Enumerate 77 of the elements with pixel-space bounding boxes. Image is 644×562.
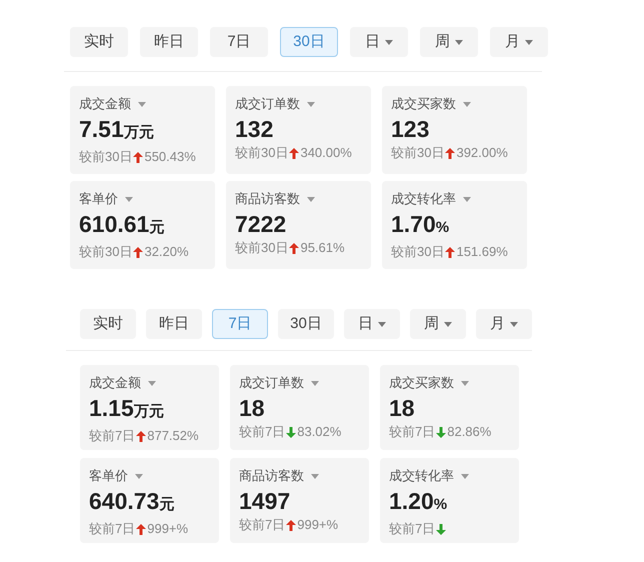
change-value: 82.86% <box>447 424 492 440</box>
caret-icon <box>135 474 143 478</box>
period-tab[interactable]: 7日 <box>210 27 268 57</box>
metric-title: 成交订单数 <box>239 374 304 392</box>
metric-title: 成交买家数 <box>391 95 456 113</box>
change-value: 999+% <box>147 521 188 537</box>
metric-unit: 元 <box>159 495 174 515</box>
metric-title: 商品访客数 <box>235 190 300 208</box>
caret-icon <box>311 380 319 386</box>
period-tab[interactable]: 周 <box>410 309 466 339</box>
metric-value: 132 <box>235 116 274 142</box>
metric-value: 1.20 <box>389 488 434 514</box>
caret-icon <box>461 380 469 386</box>
period-tab[interactable]: 实时 <box>70 27 128 57</box>
change-value: 32.20% <box>144 244 189 260</box>
caret-icon <box>463 196 471 202</box>
metric-unit: 万元 <box>124 123 154 143</box>
change-value: 550.43% <box>144 149 196 165</box>
compare-label: 较前30日 <box>391 244 444 260</box>
compare-label: 较前7日 <box>239 424 286 440</box>
compare-label: 较前7日 <box>389 424 436 440</box>
metric-unit: % <box>436 218 450 238</box>
caret-icon <box>463 102 471 106</box>
metric-title: 成交金额 <box>79 95 131 113</box>
metric-unit: 元 <box>149 218 164 238</box>
metric-title: 成交转化率 <box>389 467 454 485</box>
compare-label: 较前7日 <box>89 428 136 444</box>
caret-icon <box>148 380 156 386</box>
caret-icon <box>307 196 315 202</box>
change-value: 340.00% <box>300 145 352 161</box>
period-tab[interactable]: 30日 <box>278 309 334 339</box>
change-value: 83.02% <box>297 424 342 440</box>
metric-value: 640.73 <box>89 488 160 514</box>
change-value: 392.00% <box>456 145 508 161</box>
period-tab[interactable]: 昨日 <box>146 309 202 339</box>
metric-title: 成交买家数 <box>389 374 454 392</box>
metric-value: 18 <box>389 395 415 421</box>
metric-unit: 万元 <box>134 402 164 422</box>
caret-icon <box>311 474 319 478</box>
metric-title: 成交转化率 <box>391 190 456 208</box>
period-tab[interactable]: 日 <box>350 27 408 57</box>
compare-label: 较前30日 <box>79 149 132 165</box>
metric-title: 客单价 <box>79 190 118 208</box>
metric-value: 7222 <box>235 211 286 237</box>
metric-title: 成交金额 <box>89 374 141 392</box>
metric-unit: % <box>434 495 448 515</box>
metric-value: 610.61 <box>79 211 150 237</box>
metric-value: 18 <box>239 395 265 421</box>
compare-label: 较前30日 <box>235 240 288 256</box>
caret-icon <box>461 474 469 478</box>
metric-value: 1.70 <box>391 211 436 237</box>
compare-label: 较前30日 <box>235 145 288 161</box>
compare-label: 较前7日 <box>89 521 136 537</box>
metric-value: 1497 <box>239 488 290 514</box>
change-value: 151.69% <box>456 244 508 260</box>
metric-value: 1.15 <box>89 395 134 421</box>
period-tab[interactable]: 实时 <box>80 309 136 339</box>
period-tab[interactable]: 日 <box>344 309 400 339</box>
caret-icon <box>307 102 315 106</box>
period-tab[interactable]: 周 <box>420 27 478 57</box>
metric-value: 123 <box>391 116 430 142</box>
compare-label: 较前7日 <box>239 517 286 533</box>
metric-title: 客单价 <box>89 467 128 485</box>
metric-title: 成交订单数 <box>235 95 300 113</box>
metric-value: 7.51 <box>79 116 124 142</box>
change-value: 999+% <box>297 517 338 533</box>
compare-label: 较前7日 <box>389 521 436 537</box>
period-tab[interactable]: 昨日 <box>140 27 198 57</box>
change-value: 95.61% <box>300 240 345 256</box>
caret-icon <box>125 196 133 202</box>
caret-icon <box>138 102 146 106</box>
metric-title: 商品访客数 <box>239 467 304 485</box>
compare-label: 较前30日 <box>391 145 444 161</box>
compare-label: 较前30日 <box>79 244 132 260</box>
period-tab[interactable]: 月 <box>490 27 548 57</box>
period-tab[interactable]: 月 <box>476 309 532 339</box>
change-value: 877.52% <box>147 428 199 444</box>
